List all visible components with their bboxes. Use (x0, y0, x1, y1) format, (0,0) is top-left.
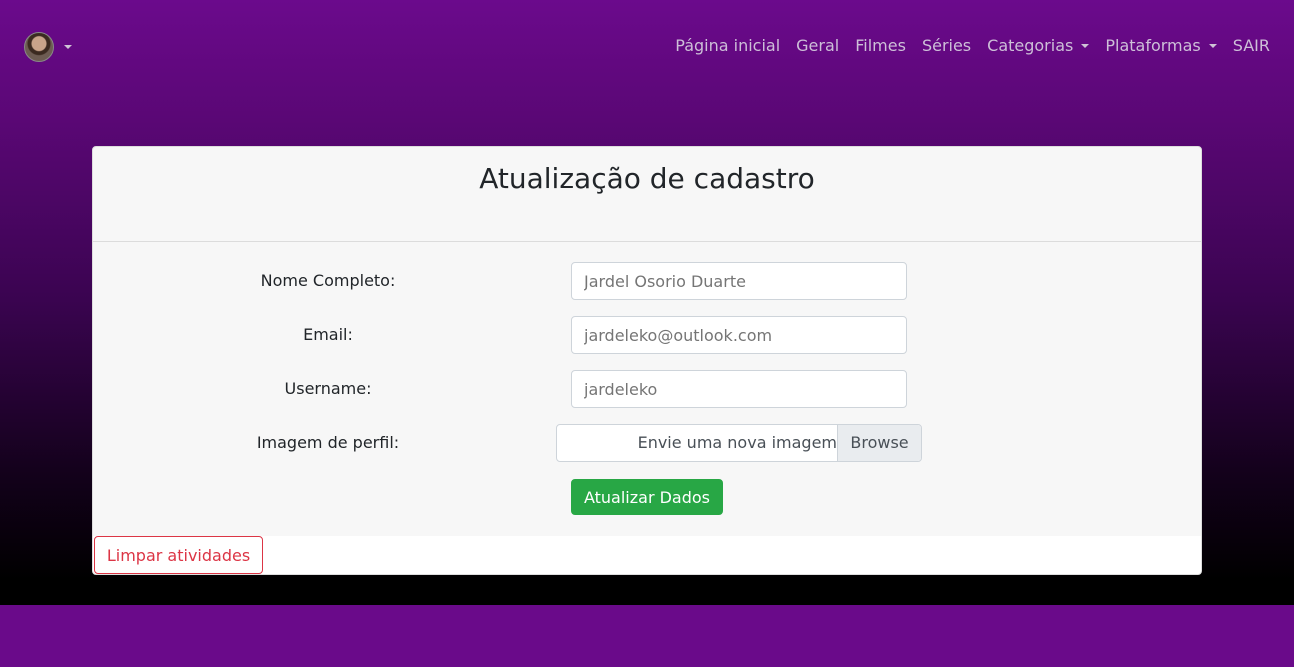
footer-band (0, 605, 1294, 667)
card-header: Atualização de cadastro (93, 147, 1201, 242)
username-row: Username: (93, 370, 1201, 408)
profile-update-card: Atualização de cadastro Nome Completo: E… (92, 146, 1202, 575)
nav-filmes[interactable]: Filmes (847, 36, 914, 55)
username-field[interactable] (571, 370, 907, 408)
nav-geral[interactable]: Geral (788, 36, 847, 55)
chevron-down-icon (1081, 43, 1090, 48)
user-menu-toggle[interactable] (24, 32, 72, 62)
email-label: Email: (303, 325, 353, 344)
file-input-text: Envie uma nova imagem (637, 433, 837, 452)
avatar[interactable] (24, 32, 54, 62)
email-field[interactable] (571, 316, 907, 354)
nav-home[interactable]: Página inicial (667, 36, 788, 55)
nav-plataformas-label: Plataformas (1105, 36, 1201, 55)
nav-links: Página inicial Geral Filmes Séries Categ… (667, 36, 1278, 55)
browse-button[interactable]: Browse (837, 425, 921, 461)
name-field[interactable] (571, 262, 907, 300)
submit-row: Atualizar Dados (93, 479, 1201, 517)
username-label: Username: (284, 379, 372, 398)
email-row: Email: (93, 316, 1201, 354)
nav-plataformas-dropdown[interactable]: Plataformas (1097, 36, 1224, 55)
clear-activities-button[interactable]: Limpar atividades (94, 536, 263, 574)
page-title: Atualização de cadastro (479, 162, 815, 195)
card-footer: Limpar atividades (93, 536, 1201, 574)
name-label: Nome Completo: (260, 271, 396, 290)
profile-image-file-input[interactable]: Envie uma nova imagem Browse (556, 424, 922, 462)
nav-categorias-label: Categorias (987, 36, 1074, 55)
update-data-button[interactable]: Atualizar Dados (571, 479, 723, 515)
nav-series[interactable]: Séries (914, 36, 979, 55)
chevron-down-icon (1208, 43, 1217, 48)
nav-categorias-dropdown[interactable]: Categorias (979, 36, 1097, 55)
image-label: Imagem de perfil: (256, 433, 400, 452)
name-row: Nome Completo: (93, 262, 1201, 300)
chevron-down-icon (64, 45, 72, 49)
nav-logout[interactable]: SAIR (1225, 36, 1278, 55)
image-row: Imagem de perfil: Envie uma nova imagem … (93, 424, 1201, 462)
navbar: Página inicial Geral Filmes Séries Categ… (0, 0, 1294, 96)
